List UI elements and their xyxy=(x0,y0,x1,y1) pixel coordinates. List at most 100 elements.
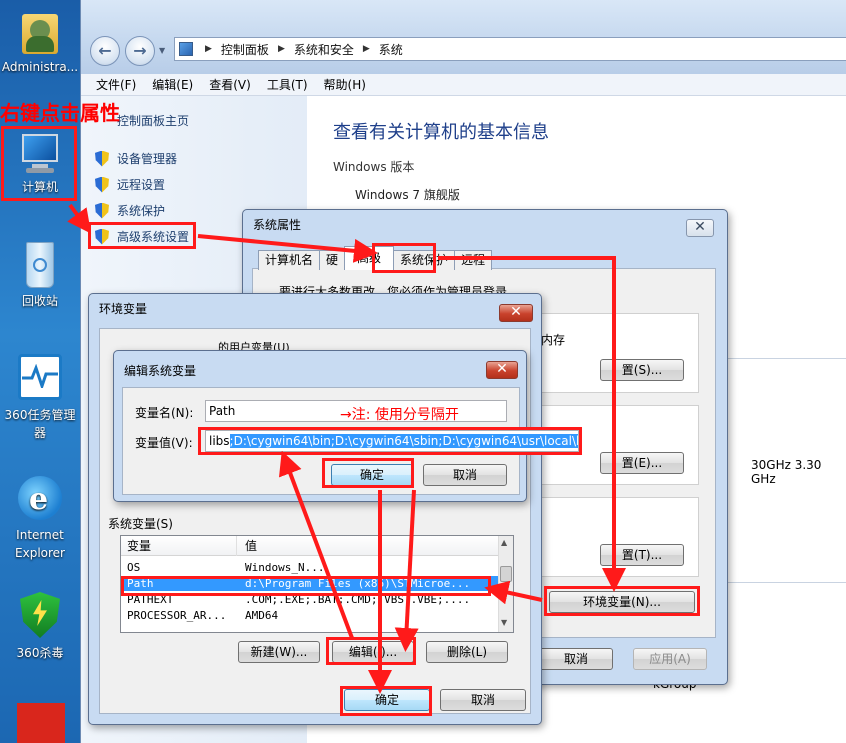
table-row[interactable]: PROCESSOR_AR... AMD64 xyxy=(121,608,498,623)
variable-name-label: 变量名(N): xyxy=(135,406,194,420)
desktop-icon-label: Internet Explorer xyxy=(15,528,65,560)
var-name: PROCESSOR_AR... xyxy=(127,609,227,622)
shield-icon xyxy=(95,202,109,219)
column-header-value[interactable]: 值 xyxy=(245,536,257,556)
highlight-advanced-tab xyxy=(372,243,436,273)
close-icon: ✕ xyxy=(694,219,706,235)
tab-computer-name[interactable]: 计算机名 xyxy=(258,250,321,270)
desktop-icon-label: 360杀毒 xyxy=(16,646,64,660)
highlight-advanced-settings xyxy=(88,222,196,249)
right-click-annotation: 右键点击属性 xyxy=(0,101,120,125)
column-header-variable[interactable]: 变量 xyxy=(127,536,151,556)
desktop-icon-360-antivirus[interactable]: 360杀毒 xyxy=(0,590,80,662)
link-label: 远程设置 xyxy=(117,178,166,192)
control-panel-icon xyxy=(179,42,193,56)
desktop-icon-label: Administra... xyxy=(1,60,79,74)
desktop-icon-internet-explorer[interactable]: e Internet Explorer xyxy=(0,474,80,562)
breadcrumb-system-security[interactable]: 系统和安全 xyxy=(294,41,354,58)
desktop-icon-label: 回收站 xyxy=(21,294,58,308)
note-annotation: →注: 使用分号隔开 xyxy=(340,407,459,423)
recent-pages-dropdown-icon[interactable]: ▼ xyxy=(159,46,165,55)
recycle-bin-icon xyxy=(20,238,60,290)
device-manager-link[interactable]: 设备管理器 xyxy=(95,150,177,167)
menu-bar: 文件(F) 编辑(E) 查看(V) 工具(T) 帮助(H) xyxy=(81,74,846,96)
user-folder-icon xyxy=(18,6,62,56)
new-variable-button[interactable]: 新建(W)... xyxy=(238,641,320,663)
startup-settings-button[interactable]: 置(T)... xyxy=(600,544,684,566)
explorer-titlebar: ← → ▼ ▶ 控制面板 ▶ 系统和安全 ▶ 系统 xyxy=(81,0,846,74)
variable-value-label: 变量值(V): xyxy=(135,436,193,450)
scroll-up-icon[interactable]: ▲ xyxy=(501,538,507,547)
back-button[interactable]: ← xyxy=(90,36,120,66)
remote-settings-link[interactable]: 远程设置 xyxy=(95,176,165,193)
system-protection-link[interactable]: 系统保护 xyxy=(95,202,165,219)
apply-button[interactable]: 应用(A) xyxy=(633,648,707,670)
highlight-env-ok xyxy=(340,686,432,716)
delete-variable-button[interactable]: 删除(L) xyxy=(426,641,508,663)
edit-system-variable-dialog: 编辑系统变量 ✕ 变量名(N): Path 变量值(V): libs;D:\cy… xyxy=(113,350,579,502)
highlight-path-row xyxy=(121,576,491,596)
dialog-title: 环境变量 xyxy=(99,302,148,316)
windows-edition: Windows 7 旗舰版 xyxy=(355,188,460,202)
close-button[interactable]: ✕ xyxy=(486,361,518,379)
cancel-button[interactable]: 取消 xyxy=(440,689,526,711)
highlight-edit-button xyxy=(326,637,416,665)
highlight-computer-icon xyxy=(1,126,77,201)
menu-file[interactable]: 文件(F) xyxy=(96,76,136,93)
profile-settings-button[interactable]: 置(E)... xyxy=(600,452,684,474)
scroll-down-icon[interactable]: ▼ xyxy=(501,618,507,627)
close-icon: ✕ xyxy=(510,304,522,320)
menu-help[interactable]: 帮助(H) xyxy=(324,76,366,93)
pdf-reader-icon[interactable] xyxy=(17,703,65,743)
menu-view[interactable]: 查看(V) xyxy=(209,76,251,93)
arrow-left-icon: ← xyxy=(98,41,112,60)
360-task-manager-icon xyxy=(16,354,64,404)
desktop-icon-label: 360任务管理器 xyxy=(4,408,76,440)
breadcrumb-separator-icon: ▶ xyxy=(205,44,212,54)
cpu-speed: 30GHz 3.30 GHz xyxy=(751,458,822,486)
close-icon: ✕ xyxy=(496,361,508,377)
360-antivirus-icon xyxy=(17,590,63,642)
shield-icon xyxy=(95,176,109,193)
pulse-icon xyxy=(22,364,58,388)
ie-icon: e xyxy=(16,474,64,524)
tab-hardware[interactable]: 硬 xyxy=(319,250,346,270)
var-value: AMD64 xyxy=(245,609,279,622)
arrow-right-icon: → xyxy=(133,41,147,60)
cancel-button[interactable]: 取消 xyxy=(423,464,507,486)
close-button[interactable]: ✕ xyxy=(499,304,533,322)
scrollbar-thumb[interactable] xyxy=(500,566,512,582)
tab-remote[interactable]: 远程 xyxy=(454,250,493,270)
breadcrumb-system[interactable]: 系统 xyxy=(379,41,403,58)
performance-settings-button[interactable]: 置(S)... xyxy=(600,359,684,381)
desktop-icon-360-task-manager[interactable]: 360任务管理器 xyxy=(0,354,80,442)
column-divider xyxy=(236,536,237,556)
table-row[interactable]: OS Windows_N... xyxy=(121,560,498,575)
link-label: 系统保护 xyxy=(117,204,166,218)
menu-edit[interactable]: 编辑(E) xyxy=(152,76,193,93)
breadcrumb-separator-icon: ▶ xyxy=(277,44,285,54)
shield-icon xyxy=(95,150,109,167)
menu-tools[interactable]: 工具(T) xyxy=(267,76,308,93)
memory-fragment: 内存 xyxy=(541,333,566,347)
highlight-value-field xyxy=(198,427,582,455)
link-label: 设备管理器 xyxy=(117,152,178,166)
breadcrumb-control-panel[interactable]: 控制面板 xyxy=(221,41,269,58)
breadcrumb-separator-icon: ▶ xyxy=(362,44,370,54)
desktop-icon-recycle-bin[interactable]: 回收站 xyxy=(0,238,80,310)
list-header: 变量 值 xyxy=(121,536,498,556)
forward-button[interactable]: → xyxy=(125,36,155,66)
var-name: OS xyxy=(127,561,141,574)
close-button[interactable]: ✕ xyxy=(686,219,714,237)
windows-version-label: Windows 版本 xyxy=(333,160,415,174)
highlight-env-button xyxy=(544,586,700,616)
desktop-icon-administrator[interactable]: Administra... xyxy=(0,6,80,76)
dialog-title: 编辑系统变量 xyxy=(124,364,197,378)
control-panel-home-link[interactable]: 控制面板主页 xyxy=(117,112,189,129)
address-bar[interactable]: ▶ 控制面板 ▶ 系统和安全 ▶ 系统 xyxy=(174,37,846,61)
vertical-scrollbar[interactable]: ▲ ▼ xyxy=(498,536,513,632)
var-value: Windows_N... xyxy=(245,561,325,574)
cancel-button[interactable]: 取消 xyxy=(539,648,613,670)
dialog-title: 系统属性 xyxy=(253,218,302,232)
system-variables-label: 系统变量(S) xyxy=(108,517,173,531)
